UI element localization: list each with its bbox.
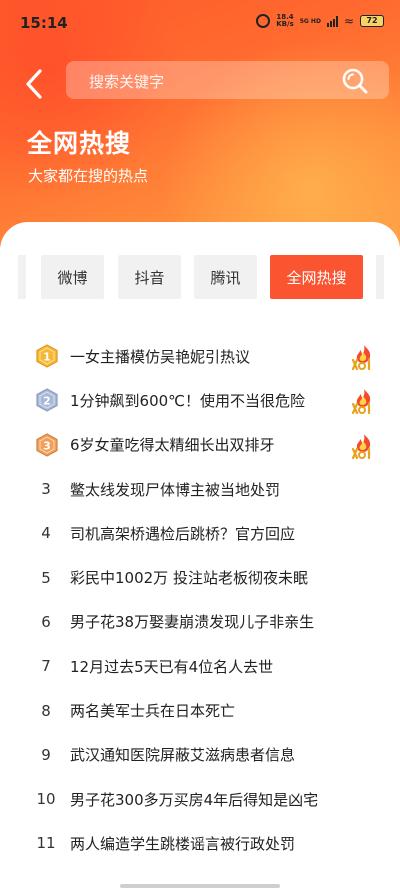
list-item[interactable]: 1 一女主播模仿吴艳妮引热议 (0, 334, 400, 378)
home-indicator (120, 884, 280, 888)
status-bar: 15:14 18.4 KB/s 5G HD ≈ 72 (0, 0, 400, 48)
svg-text:3: 3 (43, 439, 51, 452)
list-item[interactable]: 9 武汉通知医院屏蔽艾滋病患者信息 (0, 733, 400, 777)
list-item[interactable]: 10 男子花300多万买房4年后得知是凶宅 (0, 777, 400, 821)
hot-title: 鳖太线发现尸体博主被当地处罚 (70, 480, 281, 499)
status-icons: 18.4 KB/s 5G HD ≈ 72 (256, 14, 384, 28)
silver-medal-icon: 2 (36, 388, 58, 412)
rank-number: 10 (36, 790, 56, 809)
rank-number: 9 (41, 745, 51, 764)
page-subtitle: 大家都在搜的热点 (28, 167, 149, 185)
wifi-icon: ≈ (343, 14, 354, 28)
hot-badge-icon (350, 387, 376, 415)
rank-number: 8 (41, 701, 51, 720)
rank-number: 6 (41, 612, 51, 631)
back-button[interactable] (18, 64, 50, 104)
search-input[interactable]: 搜索关键字 (66, 61, 389, 99)
tab-tencent[interactable]: 腾讯 (194, 255, 257, 299)
list-item[interactable]: 4 司机高架桥遇检后跳桥？官方回应 (0, 511, 400, 555)
rank-number: 11 (36, 834, 56, 853)
hot-title: 彩民中1002万 投注站老板彻夜未眠 (70, 569, 308, 588)
hot-title: 1分钟飙到600℃！使用不当很危险 (70, 391, 306, 410)
list-item[interactable]: 6 男子花38万娶妻崩溃发现儿子非亲生 (0, 600, 400, 644)
hot-title: 12月过去5天已有4位名人去世 (70, 657, 274, 676)
list-item[interactable]: 3 6岁女童吃得太精细长出双排牙 (0, 423, 400, 467)
rank-number: 3 (41, 480, 51, 499)
search-placeholder: 搜索关键字 (89, 73, 165, 91)
list-item[interactable]: 7 12月过去5天已有4位名人去世 (0, 644, 400, 688)
hot-title: 男子花300多万买房4年后得知是凶宅 (70, 790, 319, 809)
gold-medal-icon: 1 (36, 344, 58, 368)
net-speed: 18.4 KB/s (276, 13, 294, 28)
svg-text:1: 1 (43, 351, 51, 364)
hot-title: 两人编造学生跳楼谣言被行政处罚 (70, 834, 296, 853)
battery-icon: 72 (360, 15, 384, 27)
hot-badge-icon (350, 432, 376, 460)
list-item[interactable]: 2 1分钟飙到600℃！使用不当很危险 (0, 378, 400, 422)
hot-search-list: 1 一女主播模仿吴艳妮引热议 2 1分钟飙到600℃！使用不当很危险 3 6岁女童吃得太精… (0, 334, 400, 866)
tab-scroll-edge-right (376, 255, 384, 299)
hot-title: 司机高架桥遇检后跳桥？官方回应 (70, 524, 296, 543)
hot-title: 武汉通知医院屏蔽艾滋病患者信息 (70, 746, 296, 765)
list-item[interactable]: 8 两名美军士兵在日本死亡 (0, 688, 400, 732)
rank-number: 7 (41, 657, 51, 676)
alarm-icon (256, 14, 271, 28)
tab-all-hot[interactable]: 全网热搜 (270, 255, 363, 299)
hot-title: 男子花38万娶妻崩溃发现儿子非亲生 (70, 613, 315, 632)
hot-title: 一女主播模仿吴艳妮引热议 (70, 347, 251, 366)
rank-number: 4 (41, 524, 51, 543)
hot-title: 两名美军士兵在日本死亡 (70, 702, 236, 721)
tab-bar: 微博 抖音 腾讯 全网热搜 (0, 255, 400, 299)
list-item[interactable]: 3 鳖太线发现尸体博主被当地处罚 (0, 467, 400, 511)
rank-number: 5 (41, 568, 51, 587)
tab-douyin[interactable]: 抖音 (118, 255, 181, 299)
chevron-left-icon (26, 69, 42, 99)
list-item[interactable]: 5 彩民中1002万 投注站老板彻夜未眠 (0, 555, 400, 599)
network-type: 5G HD (299, 17, 321, 25)
hot-title: 6岁女童吃得太精细长出双排牙 (70, 436, 275, 455)
bronze-medal-icon: 3 (36, 432, 58, 457)
hot-badge-icon (350, 343, 376, 371)
tab-weibo[interactable]: 微博 (41, 255, 104, 299)
svg-text:2: 2 (43, 395, 51, 408)
list-item[interactable]: 11 两人编造学生跳楼谣言被行政处罚 (0, 821, 400, 865)
signal-icon (326, 15, 338, 27)
status-time: 15:14 (20, 14, 68, 32)
tab-scroll-edge-left (18, 255, 26, 299)
search-icon[interactable] (341, 67, 369, 95)
page-title: 全网热搜 (27, 129, 132, 158)
